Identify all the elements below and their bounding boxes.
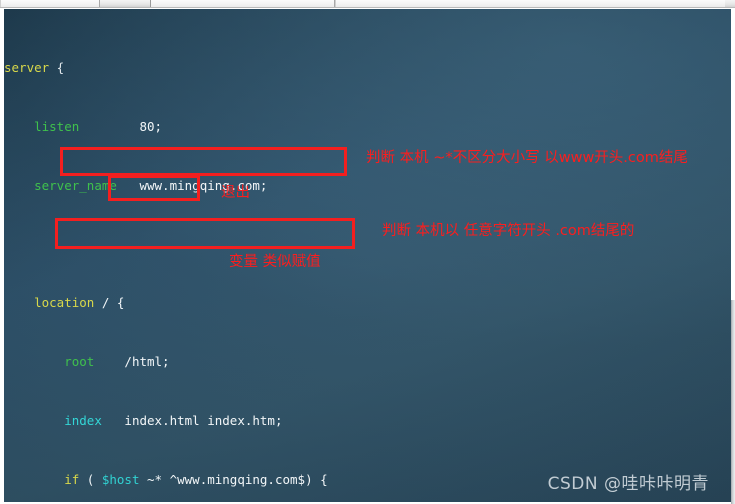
toolbar-segment-2[interactable] <box>150 0 335 7</box>
code-line: root /html; <box>64 354 170 370</box>
annotation-box-if-testpm <box>55 218 355 249</box>
annotation-text-break: 退出 <box>221 185 250 201</box>
vertical-scrollbar[interactable] <box>731 300 735 504</box>
csdn-watermark: CSDN @哇咔咔明青 <box>547 474 709 494</box>
toolbar-segment-1[interactable] <box>0 0 100 7</box>
code-line: index index.html index.htm; <box>64 412 283 428</box>
screenshot-root: server { listen 80; server_name www.ming… <box>0 0 735 504</box>
window-toolbar <box>0 0 735 8</box>
annotation-box-break <box>108 175 200 201</box>
annotation-text-if-testpm: 判断 本机以 任意字符开头 .com结尾的 <box>382 223 635 239</box>
toolbar-segment-3[interactable] <box>335 0 725 7</box>
terminal-window[interactable]: server { listen 80; server_name www.ming… <box>4 9 731 502</box>
annotation-box-if-www <box>60 147 347 176</box>
code-line: location / { <box>34 295 125 311</box>
code-line: listen 80; <box>34 118 163 134</box>
code-line: server { <box>4 60 65 76</box>
code-line: if ( $host ~* ^www.mingqing.com$) { <box>64 471 328 487</box>
annotation-text-if-www: 判断 本机 ~*不区分大小写 以www开头.com结尾 <box>366 150 688 166</box>
annotation-text-set-user: 变量 类似赋值 <box>229 254 321 270</box>
